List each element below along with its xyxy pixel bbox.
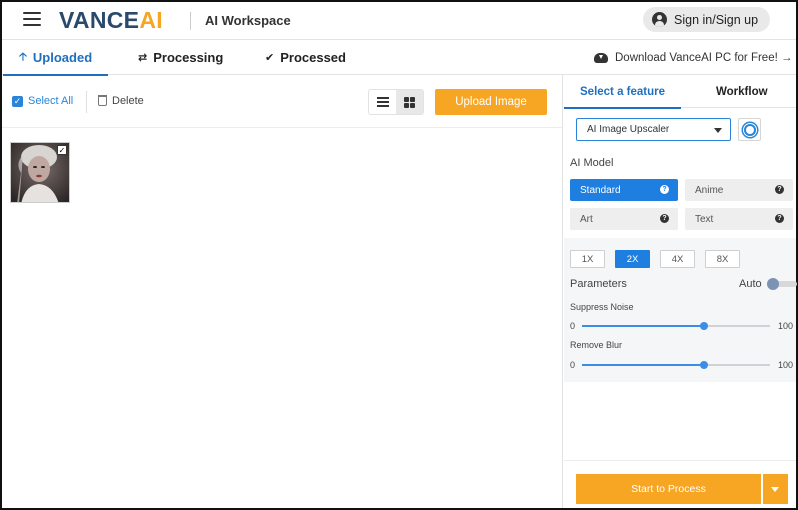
top-header: VANCEAI AI Workspace Sign in/Sign up: [2, 2, 796, 40]
view-mode-switch: [368, 89, 424, 115]
feature-panel-tabs: Select a feature Workflow: [563, 76, 796, 109]
trash-icon[interactable]: [98, 95, 107, 106]
auto-toggle[interactable]: [767, 278, 797, 290]
feature-dropdown[interactable]: AI Image Upscaler: [576, 118, 731, 141]
help-icon[interactable]: ?: [660, 214, 669, 223]
list-view-button[interactable]: [369, 90, 396, 114]
thumbnail-checkbox[interactable]: ✓: [57, 145, 67, 155]
model-art-label: Art: [580, 213, 593, 225]
image-toolbar: ✓ Select All Delete Upload Image: [2, 76, 562, 128]
model-standard-label: Standard: [580, 184, 621, 196]
slider-fill: [582, 364, 705, 366]
scale-8x[interactable]: 8X: [705, 250, 740, 268]
tab-workflow[interactable]: Workflow: [716, 76, 768, 108]
remove-blur-label: Remove Blur: [570, 340, 623, 350]
list-icon: [376, 97, 389, 107]
toolbar-divider: [86, 91, 87, 113]
model-art[interactable]: Art ?: [570, 208, 678, 230]
model-text[interactable]: Text ?: [685, 208, 793, 230]
grid-icon: [404, 96, 415, 108]
tab-processed-label: Processed: [280, 50, 346, 65]
main-tabs: 🡡 Uploaded ⇄ Processing ✔ Processed Down…: [2, 40, 796, 76]
chevron-down-icon: [714, 128, 722, 133]
cloud-download-icon: [594, 52, 608, 63]
model-text-label: Text: [695, 213, 714, 225]
scale-4x[interactable]: 4X: [660, 250, 695, 268]
uploaded-image-thumbnail[interactable]: ✓: [10, 142, 70, 203]
feature-dropdown-value: AI Image Upscaler: [587, 124, 670, 135]
help-icon[interactable]: ?: [775, 185, 784, 194]
feature-settings-button[interactable]: [738, 118, 761, 141]
tab-uploaded-label: Uploaded: [32, 50, 93, 65]
download-pc-label: Download VanceAI PC for Free! →: [615, 51, 793, 64]
refresh-icon: ⇄: [138, 52, 148, 64]
vanceai-logo[interactable]: VANCEAI: [59, 7, 163, 34]
delete-button[interactable]: Delete: [112, 95, 144, 107]
remove-blur-slider[interactable]: [582, 361, 770, 369]
select-all-checkbox[interactable]: ✓: [12, 96, 23, 107]
tab-processed[interactable]: ✔ Processed: [265, 40, 346, 75]
remove-blur-max: 100: [778, 360, 794, 370]
help-icon[interactable]: ?: [660, 185, 669, 194]
ai-model-label: AI Model: [570, 157, 614, 169]
slider-fill: [582, 325, 705, 327]
tab-uploaded[interactable]: 🡡 Uploaded: [2, 40, 109, 76]
scale-2x[interactable]: 2X: [615, 250, 650, 268]
start-process-button[interactable]: Start to Process: [576, 474, 761, 504]
check-circle-icon: ✔: [265, 52, 275, 64]
upload-arrow-icon: 🡡: [19, 51, 27, 63]
model-standard[interactable]: Standard ?: [570, 179, 678, 201]
model-anime[interactable]: Anime ?: [685, 179, 793, 201]
help-icon[interactable]: ?: [775, 214, 784, 223]
header-divider: [190, 12, 191, 30]
suppress-noise-slider[interactable]: [582, 322, 770, 330]
hamburger-menu-icon[interactable]: [23, 12, 41, 26]
process-options-dropdown[interactable]: [763, 474, 788, 504]
tab-processing-label: Processing: [153, 50, 224, 65]
suppress-noise-max: 100: [778, 321, 794, 331]
remove-blur-min: 0: [570, 360, 576, 370]
workspace-title: AI Workspace: [205, 13, 291, 28]
tab-select-feature[interactable]: Select a feature: [563, 76, 682, 109]
user-avatar-icon: [652, 12, 667, 27]
tab-processing[interactable]: ⇄ Processing: [138, 40, 223, 75]
pane-divider: [562, 75, 563, 508]
download-pc-link[interactable]: Download VanceAI PC for Free! →: [594, 40, 792, 75]
select-all-button[interactable]: Select All: [28, 95, 73, 107]
sign-in-label: Sign in/Sign up: [674, 12, 759, 27]
gear-icon: [743, 123, 756, 136]
scale-1x[interactable]: 1X: [570, 250, 605, 268]
grid-view-button[interactable]: [396, 90, 423, 114]
suppress-noise-label: Suppress Noise: [570, 302, 634, 312]
sign-in-button[interactable]: Sign in/Sign up: [643, 7, 770, 32]
parameters-label: Parameters: [570, 278, 627, 290]
auto-label: Auto: [739, 278, 762, 290]
model-anime-label: Anime: [695, 184, 724, 196]
upload-image-button[interactable]: Upload Image: [435, 89, 547, 115]
toggle-knob: [767, 278, 779, 290]
suppress-noise-min: 0: [570, 321, 576, 331]
